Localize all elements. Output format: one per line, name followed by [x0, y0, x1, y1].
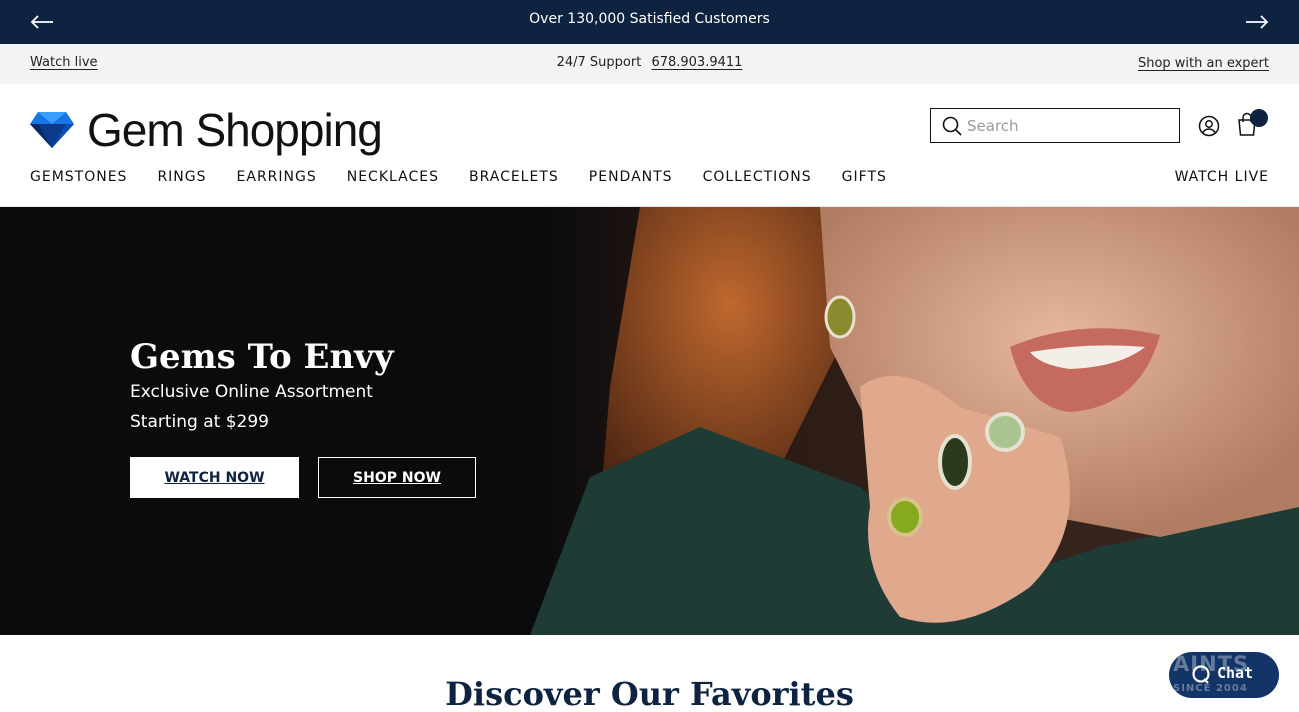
nav-necklaces[interactable]: NECKLACES: [347, 169, 439, 185]
hero-price: Starting at $299: [130, 412, 269, 432]
shop-now-button[interactable]: SHOP NOW: [318, 457, 476, 498]
announcement-bar: Over 130,000 Satisfied Customers: [0, 0, 1299, 44]
brand-logo[interactable]: Gem Shopping: [30, 104, 383, 156]
search-input[interactable]: [967, 116, 1167, 135]
nav-pendants[interactable]: PENDANTS: [589, 169, 673, 185]
utility-bar: Watch live 24/7 Support 678.903.9411 Sho…: [0, 44, 1299, 84]
search-box[interactable]: [930, 108, 1180, 143]
gem-logo-icon: [30, 112, 74, 148]
chat-button[interactable]: AINTS SINCE 2004 Chat: [1169, 652, 1279, 698]
search-icon[interactable]: [941, 115, 963, 137]
hero-banner: Gems To Envy Exclusive Online Assortment…: [0, 207, 1299, 635]
account-icon[interactable]: [1197, 114, 1221, 138]
chat-icon: [1192, 665, 1210, 684]
shop-with-expert-link[interactable]: Shop with an expert: [1138, 56, 1269, 71]
nav-gifts[interactable]: GIFTS: [842, 169, 887, 185]
brand-name: Gem Shopping: [87, 104, 383, 156]
site-header: Gem Shopping GEMSTONES RINGS EARRINGS NE…: [0, 84, 1299, 207]
support-label: 24/7 Support: [556, 55, 642, 70]
hero-subtitle: Exclusive Online Assortment: [130, 382, 373, 402]
nav-earrings[interactable]: EARRINGS: [237, 169, 317, 185]
support-info: 24/7 Support 678.903.9411: [0, 55, 1299, 70]
support-phone-link[interactable]: 678.903.9411: [651, 55, 742, 70]
nav-collections[interactable]: COLLECTIONS: [703, 169, 812, 185]
watch-now-button[interactable]: WATCH NOW: [130, 457, 299, 498]
nav-rings[interactable]: RINGS: [157, 169, 206, 185]
hero-title: Gems To Envy: [130, 337, 394, 377]
announcement-message: Over 130,000 Satisfied Customers: [529, 11, 770, 27]
main-nav: GEMSTONES RINGS EARRINGS NECKLACES BRACE…: [30, 169, 917, 185]
chat-label: Chat: [1217, 664, 1254, 682]
section-title: Discover Our Favorites: [445, 675, 854, 712]
nav-gemstones[interactable]: GEMSTONES: [30, 169, 127, 185]
nav-watch-live[interactable]: WATCH LIVE: [1175, 169, 1269, 185]
cart-count-badge: [1250, 109, 1268, 127]
nav-bracelets[interactable]: BRACELETS: [469, 169, 559, 185]
hero-content: Gems To Envy Exclusive Online Assortment…: [130, 337, 394, 433]
arrow-right-icon[interactable]: [1243, 8, 1271, 36]
